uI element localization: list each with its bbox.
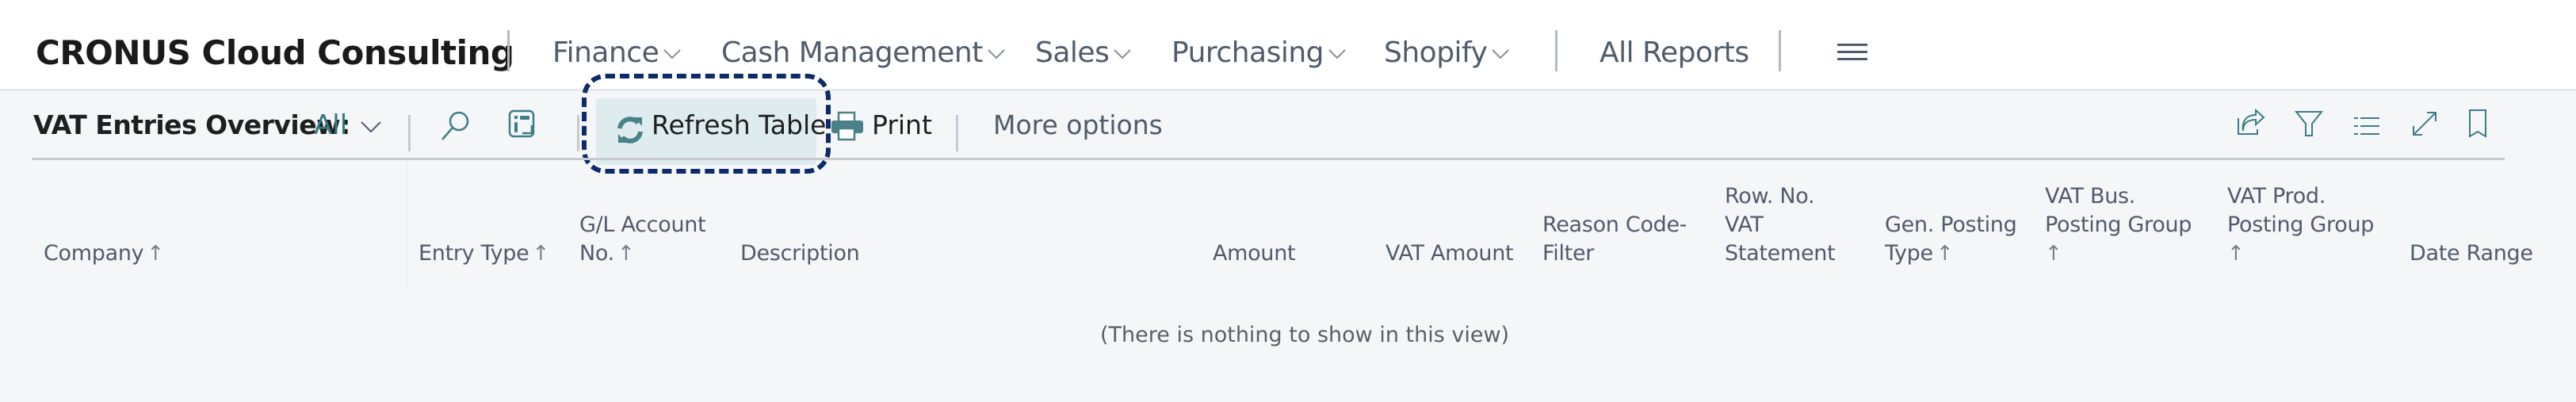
filter-icon [2294, 111, 2324, 136]
sort-ascending-icon: ↑ [617, 242, 635, 266]
column-header-label: Posting Group [2045, 212, 2192, 237]
column-header-label: Row. No. [1725, 184, 1815, 209]
page-caption: VAT Entries Overview: [33, 109, 350, 140]
chevron-down-icon [663, 49, 681, 59]
column-header-label: VAT Bus. [2045, 184, 2136, 209]
nav-divider [1779, 30, 1781, 71]
bookmark-button[interactable] [2468, 109, 2487, 139]
column-header-vat-prod-posting-group[interactable]: VAT Prod. Posting Group ↑ [2227, 182, 2374, 268]
column-header-entry-type[interactable]: Entry Type ↑ [419, 239, 549, 268]
nav-item-label: Shopify [1384, 36, 1488, 69]
nav-item-cash-management[interactable]: Cash Management [721, 36, 1005, 69]
sort-ascending-icon: ↑ [1936, 242, 1954, 266]
search-icon [441, 111, 469, 140]
list-view-icon [2354, 117, 2379, 135]
action-bar [0, 91, 2576, 159]
nav-item-sales[interactable]: Sales [1035, 36, 1132, 69]
refresh-icon [617, 117, 643, 144]
column-header-vat-bus-posting-group[interactable]: VAT Bus. Posting Group ↑ [2045, 182, 2192, 268]
column-header-label: G/L Account [579, 212, 706, 237]
sort-ascending-icon: ↑ [2227, 242, 2245, 266]
share-button[interactable] [2237, 108, 2265, 136]
nav-item-label: Sales [1035, 36, 1110, 69]
chevron-down-icon [1114, 49, 1132, 59]
empty-table-message: (There is nothing to show in this view) [1100, 323, 1510, 347]
column-header-label: Statement [1725, 241, 1836, 266]
column-header-company[interactable]: Company ↑ [44, 239, 164, 268]
column-header-label: Date Range [2410, 241, 2533, 266]
nav-item-all-reports[interactable]: All Reports [1599, 36, 1749, 69]
nav-item-label: Finance [552, 36, 659, 69]
column-divider [406, 160, 407, 289]
share-icon [2238, 108, 2265, 135]
refresh-table-button[interactable]: Refresh Table [596, 98, 826, 165]
nav-divider [1555, 30, 1557, 71]
more-options-button[interactable]: More options [993, 109, 1163, 140]
refresh-table-label: Refresh Table [652, 109, 827, 140]
action-divider [408, 115, 411, 151]
nav-item-finance[interactable]: Finance [552, 36, 681, 69]
column-header-label: Company [44, 241, 144, 266]
column-header-label: Reason Code- [1542, 212, 1687, 237]
bookmark-icon [2469, 109, 2486, 138]
nav-item-label: Purchasing [1171, 36, 1324, 69]
top-navigation-bar: CRONUS Cloud Consulting Finance Cash Man… [0, 0, 2576, 91]
view-filter-value: All [314, 109, 348, 141]
column-header-label: VAT Amount [1385, 241, 1514, 266]
column-header-label: Description [740, 241, 860, 266]
action-divider [956, 115, 958, 151]
expand-icon [2413, 112, 2436, 136]
nav-item-purchasing[interactable]: Purchasing [1171, 36, 1346, 69]
chevron-down-icon [361, 121, 381, 132]
chevron-down-icon [988, 49, 1005, 59]
edit-layout-icon [508, 109, 535, 138]
column-header-gen-posting-type[interactable]: Gen. Posting Type ↑ [1885, 211, 2017, 268]
company-name[interactable]: CRONUS Cloud Consulting [36, 33, 514, 72]
action-bar-underline [32, 158, 2505, 160]
edit-layout-button[interactable] [508, 109, 537, 141]
list-view-button[interactable] [2354, 117, 2379, 136]
action-divider [577, 115, 579, 151]
print-label: Print [872, 109, 932, 140]
column-header-reason-code-filter[interactable]: Reason Code- Filter [1542, 211, 1687, 268]
sort-ascending-icon: ↑ [532, 242, 549, 266]
view-filter-dropdown[interactable]: All [314, 109, 381, 141]
column-header-description[interactable]: Description [740, 239, 860, 268]
column-header-label: VAT [1725, 212, 1764, 237]
column-header-vat-amount[interactable]: VAT Amount [1385, 239, 1514, 268]
hamburger-icon[interactable] [1837, 44, 1867, 61]
filter-button[interactable] [2294, 110, 2324, 137]
column-header-date-range[interactable]: Date Range [2410, 239, 2533, 268]
column-header-gl-account-no[interactable]: G/L Account No. ↑ [579, 211, 706, 268]
column-header-label: Posting Group [2227, 212, 2375, 237]
chevron-down-icon [1492, 49, 1510, 59]
column-header-row-no-vat-statement[interactable]: Row. No. VAT Statement [1725, 182, 1836, 268]
column-header-label: No. [579, 241, 614, 266]
column-header-label: VAT Prod. [2227, 184, 2326, 209]
nav-item-shopify[interactable]: Shopify [1384, 36, 1510, 69]
column-header-label: Type [1885, 241, 1933, 266]
sort-ascending-icon: ↑ [2045, 242, 2062, 266]
column-header-label: Entry Type [419, 241, 529, 266]
expand-button[interactable] [2411, 110, 2438, 137]
sort-ascending-icon: ↑ [147, 242, 164, 266]
column-header-label: Gen. Posting [1885, 212, 2017, 237]
column-header-label: Amount [1213, 241, 1296, 266]
column-header-amount[interactable]: Amount [1213, 239, 1296, 268]
chevron-down-icon [1328, 49, 1346, 59]
column-header-label: Filter [1542, 241, 1595, 266]
nav-item-label: Cash Management [721, 36, 983, 69]
printer-icon [831, 111, 863, 141]
search-button[interactable] [440, 109, 472, 143]
nav-divider [507, 30, 510, 71]
